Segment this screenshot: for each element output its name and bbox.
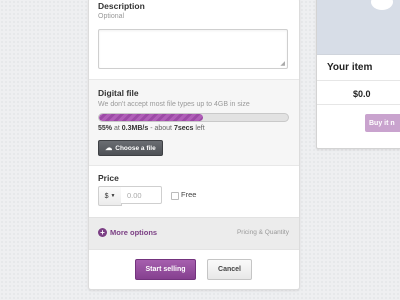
progress-percent: 55% — [98, 125, 113, 132]
progress-at: at — [113, 125, 120, 132]
buy-it-now-button[interactable]: Buy it n — [365, 114, 400, 132]
start-selling-button[interactable]: Start selling — [135, 259, 196, 280]
sell-form-card: Description Optional ◢ Digital file We d… — [88, 0, 300, 290]
item-preview-card: Your item $0.0 Buy it n — [316, 0, 400, 149]
progress-speed: 0.3MB/s — [121, 125, 149, 132]
free-label[interactable]: Free — [181, 190, 196, 199]
choose-file-button[interactable]: ☁ Choose a file — [98, 140, 163, 156]
price-placeholder: 0.00 — [127, 190, 142, 200]
preview-divider — [317, 80, 400, 81]
preview-image-shape — [371, 0, 393, 10]
preview-divider — [317, 104, 400, 105]
description-textarea[interactable]: ◢ — [98, 29, 288, 69]
price-label: Price — [98, 173, 119, 183]
cancel-button[interactable]: Cancel — [207, 259, 252, 280]
price-section: Price $ ▼ 0.00 Free — [89, 165, 299, 217]
currency-select[interactable]: $ ▼ — [98, 186, 122, 206]
plus-circle-icon[interactable]: + — [98, 228, 107, 237]
upload-progress-fill — [99, 114, 203, 121]
more-options-bar[interactable]: + More options Pricing & Quantity — [89, 217, 299, 250]
upload-progress-bar — [98, 113, 289, 122]
choose-file-label: Choose a file — [115, 144, 156, 152]
progress-remaining: 7secs — [173, 125, 194, 132]
preview-title: Your item — [327, 62, 373, 73]
free-checkbox[interactable] — [171, 192, 179, 200]
progress-about: - about — [150, 125, 172, 132]
digital-file-hint: We don't accept most file types up to 4G… — [98, 101, 250, 108]
progress-left: left — [195, 125, 205, 132]
description-optional-hint: Optional — [98, 13, 125, 20]
preview-image — [317, 0, 400, 55]
price-input[interactable]: 0.00 — [121, 186, 162, 204]
preview-price: $0.0 — [353, 89, 371, 99]
form-actions: Start selling Cancel — [89, 249, 299, 289]
resize-handle-icon[interactable]: ◢ — [280, 61, 285, 67]
currency-value: $ — [104, 192, 109, 200]
more-options-link[interactable]: More options — [110, 228, 157, 237]
digital-file-section: Digital file We don't accept most file t… — [89, 79, 299, 166]
more-options-hint: Pricing & Quantity — [236, 229, 289, 236]
digital-file-label: Digital file — [98, 88, 139, 98]
caret-down-icon: ▼ — [110, 193, 116, 199]
description-label: Description — [98, 1, 145, 11]
cloud-upload-icon: ☁ — [105, 144, 113, 152]
upload-progress-status: 55% at 0.3MB/s - about 7secs left — [98, 125, 205, 132]
description-section: Description Optional ◢ — [89, 0, 299, 75]
